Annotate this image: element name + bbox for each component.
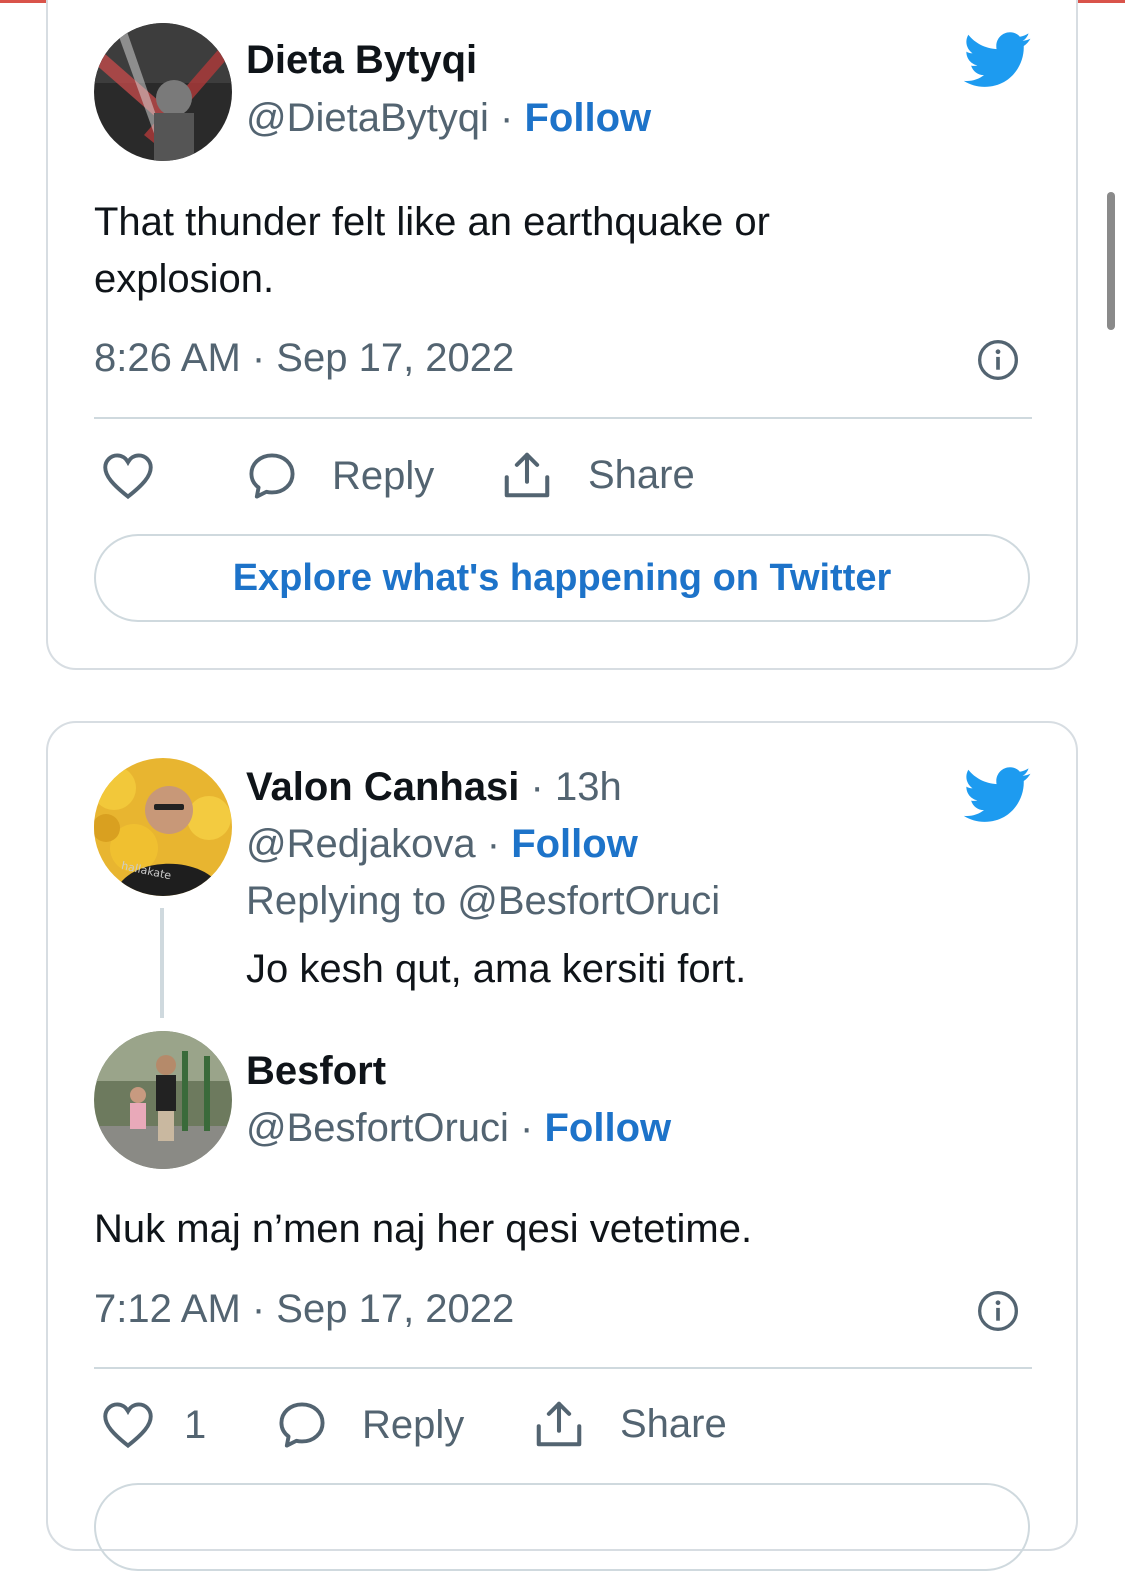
tweet-card-dieta: Dieta Bytyqi @DietaBytyqi · Follow That … xyxy=(46,0,1078,670)
tweet-text: That thunder felt like an earthquake or … xyxy=(94,194,770,308)
follow-button[interactable]: Follow xyxy=(544,1106,671,1150)
tweet-text-line-2: explosion. xyxy=(94,257,275,301)
like-button[interactable]: 1 xyxy=(102,1401,206,1449)
share-icon xyxy=(504,452,550,498)
quoted-handle-row: @BesfortOruci · Follow xyxy=(246,1106,671,1151)
reply-label: Reply xyxy=(332,453,435,498)
follow-button[interactable]: Follow xyxy=(525,96,652,140)
reply-author-handle[interactable]: @Redjakova xyxy=(246,822,476,866)
tweet-text-line-1: That thunder felt like an earthquake or xyxy=(94,200,770,244)
author-handle-row: @DietaBytyqi · Follow xyxy=(246,96,651,141)
replying-to[interactable]: Replying to @BesfortOruci xyxy=(246,879,720,924)
heart-icon xyxy=(103,453,153,500)
separator-dot: · xyxy=(500,96,514,140)
reply-button[interactable]: Reply xyxy=(276,1399,464,1451)
heart-icon xyxy=(103,1402,153,1449)
reply-bubble-icon xyxy=(279,1402,325,1448)
separator-dot: · xyxy=(520,1106,534,1150)
like-count: 1 xyxy=(184,1402,207,1447)
avatar[interactable] xyxy=(94,1031,232,1169)
share-icon xyxy=(536,1401,582,1447)
info-icon[interactable] xyxy=(976,1289,1020,1333)
share-button[interactable]: Share xyxy=(500,448,695,502)
like-button[interactable] xyxy=(102,452,154,500)
reply-handle-row: @Redjakova · Follow xyxy=(246,822,638,867)
share-label: Share xyxy=(620,1401,727,1446)
explore-twitter-button-partial[interactable] xyxy=(94,1483,1030,1571)
twitter-bird-icon[interactable] xyxy=(964,32,1032,88)
reply-label: Reply xyxy=(362,1402,465,1447)
share-label: Share xyxy=(588,452,695,497)
reply-button[interactable]: Reply xyxy=(246,450,434,502)
explore-twitter-button[interactable]: Explore what's happening on Twitter xyxy=(94,534,1030,622)
divider xyxy=(94,1367,1032,1369)
avatar[interactable]: hallakate xyxy=(94,758,232,896)
scrollbar[interactable] xyxy=(1107,192,1115,330)
quoted-tweet-text: Nuk maj n’men naj her qesi vetetime. xyxy=(94,1207,753,1251)
author-handle[interactable]: @DietaBytyqi xyxy=(246,96,489,140)
quoted-author-name[interactable]: Besfort xyxy=(246,1049,386,1094)
tweet-timestamp[interactable]: 8:26 AM · Sep 17, 2022 xyxy=(94,336,514,381)
tweet-timestamp[interactable]: 7:12 AM · Sep 17, 2022 xyxy=(94,1287,514,1332)
quoted-author-handle[interactable]: @BesfortOruci xyxy=(246,1106,509,1150)
author-name[interactable]: Dieta Bytyqi xyxy=(246,38,477,83)
reply-time-ago[interactable]: · 13h xyxy=(531,765,622,809)
reply-bubble-icon xyxy=(249,453,295,499)
reply-author-name[interactable]: Valon Canhasi xyxy=(246,765,519,809)
share-button[interactable]: Share xyxy=(532,1397,727,1451)
avatar[interactable] xyxy=(94,23,232,161)
separator-dot: · xyxy=(486,822,501,866)
thread-connector-line xyxy=(160,908,164,1018)
reply-author-row: Valon Canhasi · 13h xyxy=(246,765,622,810)
divider xyxy=(94,417,1032,419)
twitter-bird-icon[interactable] xyxy=(964,767,1032,823)
info-icon[interactable] xyxy=(976,338,1020,382)
follow-button[interactable]: Follow xyxy=(511,822,638,866)
tweet-card-thread: hallakate Valon Canhasi · 13h @Redjakova… xyxy=(46,721,1078,1571)
reply-text: Jo kesh qut, ama kersiti fort. xyxy=(246,947,747,991)
